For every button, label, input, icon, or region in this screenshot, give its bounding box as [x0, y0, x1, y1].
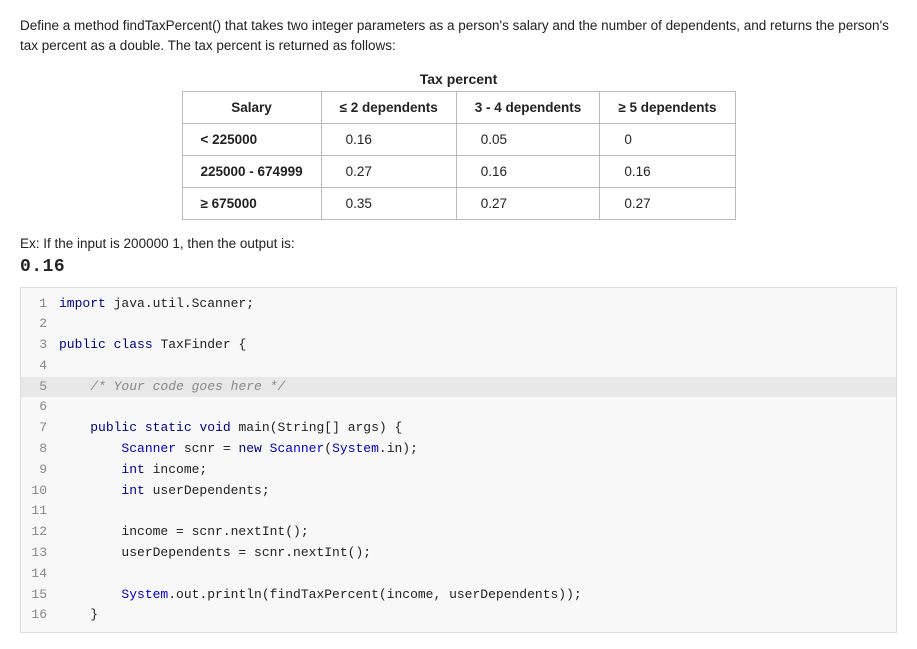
code-line-8: 8 Scanner scnr = new Scanner(System.in);	[21, 439, 896, 460]
code-content	[59, 314, 67, 335]
val-cell: 0.27	[456, 187, 600, 219]
val-cell: 0.35	[321, 187, 456, 219]
line-number: 13	[21, 543, 59, 564]
code-content: /* Your code goes here */	[59, 377, 285, 398]
code-line-5: 5 /* Your code goes here */	[21, 377, 896, 398]
description-text: Define a method findTaxPercent() that ta…	[20, 16, 897, 57]
code-content: int userDependents;	[59, 481, 270, 502]
val-cell: 0	[600, 123, 735, 155]
code-line-15: 15 System.out.println(findTaxPercent(inc…	[21, 585, 896, 606]
code-block: 1 import java.util.Scanner; 2 3 public c…	[20, 287, 897, 634]
tax-table: Salary ≤ 2 dependents 3 - 4 dependents ≥…	[182, 91, 736, 220]
code-content: userDependents = scnr.nextInt();	[59, 543, 371, 564]
line-number: 1	[21, 294, 59, 315]
line-number: 9	[21, 460, 59, 481]
code-content: public static void main(String[] args) {	[59, 418, 402, 439]
example-output: 0.16	[20, 257, 897, 277]
code-content	[59, 397, 67, 418]
table-row: 225000 - 674999 0.27 0.16 0.16	[182, 155, 735, 187]
code-content: int income;	[59, 460, 207, 481]
code-line-7: 7 public static void main(String[] args)…	[21, 418, 896, 439]
code-line-9: 9 int income;	[21, 460, 896, 481]
table-title: Tax percent	[20, 71, 897, 87]
code-line-14: 14	[21, 564, 896, 585]
code-content: public class TaxFinder {	[59, 335, 246, 356]
code-line-1: 1 import java.util.Scanner;	[21, 294, 896, 315]
salary-cell: ≥ 675000	[182, 187, 321, 219]
line-number: 7	[21, 418, 59, 439]
line-number: 5	[21, 377, 59, 398]
line-number: 16	[21, 605, 59, 626]
code-content: System.out.println(findTaxPercent(income…	[59, 585, 582, 606]
code-line-2: 2	[21, 314, 896, 335]
code-content: income = scnr.nextInt();	[59, 522, 309, 543]
val-cell: 0.16	[600, 155, 735, 187]
val-cell: 0.27	[600, 187, 735, 219]
line-number: 15	[21, 585, 59, 606]
val-cell: 0.27	[321, 155, 456, 187]
code-line-11: 11	[21, 501, 896, 522]
code-content: Scanner scnr = new Scanner(System.in);	[59, 439, 418, 460]
line-number: 6	[21, 397, 59, 418]
code-line-16: 16 }	[21, 605, 896, 626]
line-number: 8	[21, 439, 59, 460]
line-number: 14	[21, 564, 59, 585]
col-header-salary: Salary	[182, 91, 321, 123]
code-line-3: 3 public class TaxFinder {	[21, 335, 896, 356]
code-content: import java.util.Scanner;	[59, 294, 254, 315]
code-content	[59, 501, 67, 522]
col-header-dep34: 3 - 4 dependents	[456, 91, 600, 123]
code-line-10: 10 int userDependents;	[21, 481, 896, 502]
line-number: 3	[21, 335, 59, 356]
val-cell: 0.16	[456, 155, 600, 187]
line-number: 11	[21, 501, 59, 522]
table-row: ≥ 675000 0.35 0.27 0.27	[182, 187, 735, 219]
line-number: 10	[21, 481, 59, 502]
salary-cell: 225000 - 674999	[182, 155, 321, 187]
col-header-dep5: ≥ 5 dependents	[600, 91, 735, 123]
val-cell: 0.05	[456, 123, 600, 155]
code-content	[59, 356, 67, 377]
code-line-4: 4	[21, 356, 896, 377]
code-line-12: 12 income = scnr.nextInt();	[21, 522, 896, 543]
line-number: 12	[21, 522, 59, 543]
code-content: }	[59, 605, 98, 626]
code-content	[59, 564, 67, 585]
val-cell: 0.16	[321, 123, 456, 155]
salary-cell: < 225000	[182, 123, 321, 155]
code-line-13: 13 userDependents = scnr.nextInt();	[21, 543, 896, 564]
line-number: 2	[21, 314, 59, 335]
table-row: < 225000 0.16 0.05 0	[182, 123, 735, 155]
example-text: Ex: If the input is 200000 1, then the o…	[20, 236, 897, 251]
line-number: 4	[21, 356, 59, 377]
code-line-6: 6	[21, 397, 896, 418]
col-header-dep2: ≤ 2 dependents	[321, 91, 456, 123]
